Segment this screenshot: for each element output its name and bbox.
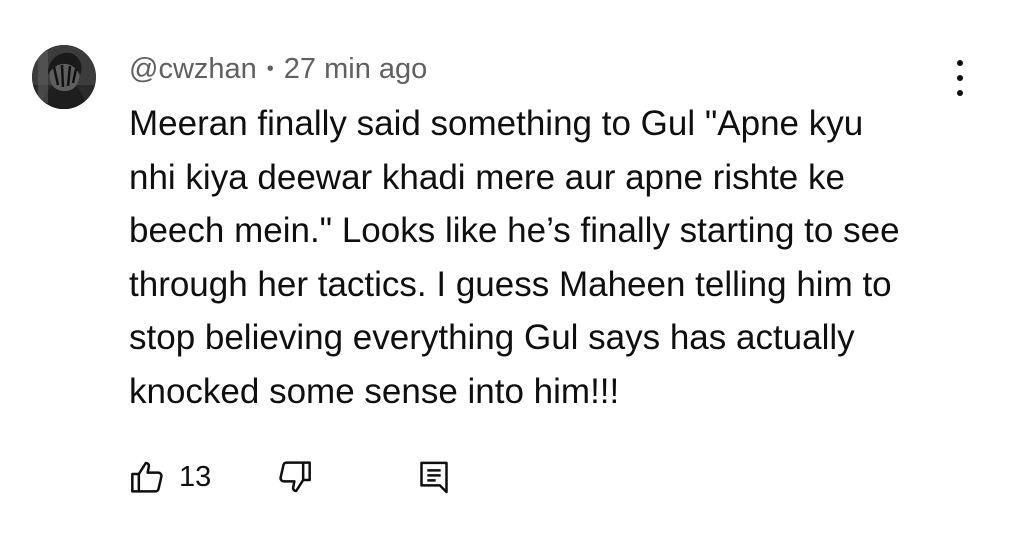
comment-text: Meeran finally said something to Gul "Ap… xyxy=(129,97,969,418)
comment-card: @cwzhan • 27 min ago Meeran finally said… xyxy=(0,0,1024,556)
comment-line: knocked some sense into him!!! xyxy=(129,371,620,411)
dislike-button[interactable] xyxy=(275,455,315,499)
comment-line: through her tactics. I guess Maheen tell… xyxy=(129,264,892,304)
thumbs-down-icon xyxy=(279,461,311,493)
avatar-image xyxy=(32,45,96,109)
more-vertical-icon-dot xyxy=(957,90,963,96)
reply-comment-icon xyxy=(420,461,448,494)
avatar[interactable] xyxy=(32,45,96,109)
comment-line: beech mein." Looks like he’s finally sta… xyxy=(129,211,900,250)
author-handle[interactable]: @cwzhan xyxy=(129,53,257,86)
more-vertical-icon-dot xyxy=(957,75,963,81)
meta-separator: • xyxy=(266,57,274,80)
more-options-button[interactable] xyxy=(945,60,975,96)
comment-time[interactable]: 27 min ago xyxy=(284,53,428,86)
reply-button[interactable] xyxy=(414,455,454,499)
like-button[interactable]: 13 xyxy=(127,455,211,499)
comment-line: stop believing everything Gul says has a… xyxy=(129,318,855,357)
comment-actions: 13 xyxy=(127,455,487,499)
more-vertical-icon xyxy=(957,60,963,66)
comment-meta: @cwzhan • 27 min ago xyxy=(129,52,427,86)
like-count: 13 xyxy=(179,460,212,493)
comment-line: nhi kiya deewar khadi mere aur apne rish… xyxy=(129,157,845,197)
comment-line: Meeran finally said something to Gul "Ap… xyxy=(129,104,864,143)
thumbs-up-icon xyxy=(131,461,163,493)
